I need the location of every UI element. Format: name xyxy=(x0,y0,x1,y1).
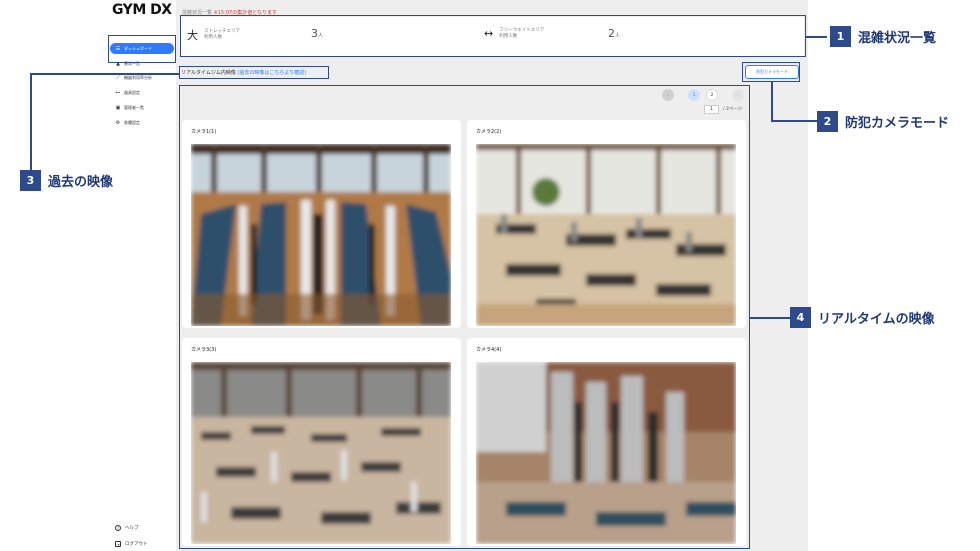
highlight-dashboard xyxy=(108,35,176,63)
annotation-label: 混雑状況一覧 xyxy=(858,31,937,46)
annotation-number: 1 xyxy=(830,26,851,47)
sidebar-item-admins[interactable]: ▣ 管理者一覧 xyxy=(110,102,174,113)
highlight-past-footage xyxy=(179,66,329,79)
id-card-icon: ▣ xyxy=(115,104,121,111)
screenshot-stage: GYM DX ☰ ダッシュボード ▲ 異常一覧 ⟋ 機器利用率分析 ⊷ 器具設定… xyxy=(0,0,980,551)
gear-icon: ⚙ xyxy=(115,119,121,126)
connector-line xyxy=(771,120,817,122)
annotation-number: 3 xyxy=(20,170,41,191)
annotation-label: 防犯カメラモード xyxy=(845,116,950,131)
annotation-label: 過去の映像 xyxy=(48,175,114,190)
annotation-label: リアルタイムの映像 xyxy=(818,312,935,327)
dumbbell-icon: ⊷ xyxy=(115,89,121,96)
annotation-2: 2 防犯カメラモード xyxy=(817,111,949,132)
connector-line xyxy=(30,73,32,170)
highlight-congestion xyxy=(180,15,806,57)
sidebar-item-label: ヘルプ xyxy=(125,526,139,531)
highlight-realtime xyxy=(179,85,750,549)
annotation-4: 4 リアルタイムの映像 xyxy=(790,307,935,328)
sidebar-item-label: 機器利用率分析 xyxy=(124,74,152,80)
sidebar-item-equipment[interactable]: ⊷ 器具設定 xyxy=(110,87,174,98)
chart-icon: ⟋ xyxy=(116,74,120,81)
connector-line xyxy=(806,36,827,38)
sidebar-item-label: 管理者一覧 xyxy=(124,104,144,110)
sidebar-item-settings[interactable]: ⚙ 各種設定 xyxy=(110,117,174,128)
sidebar-item-label: 器具設定 xyxy=(124,89,140,95)
help-icon: ? xyxy=(115,525,121,531)
annotation-number: 4 xyxy=(790,307,811,328)
gym-dx-logo: GYM DX xyxy=(112,2,172,18)
highlight-security-mode xyxy=(742,62,800,82)
annotation-3: 3 過去の映像 xyxy=(20,170,113,191)
logout-icon: ⇥ xyxy=(115,541,121,547)
sidebar-item-logout[interactable]: ⇥ ログアウト xyxy=(110,541,148,547)
connector-line xyxy=(30,73,179,75)
sidebar-item-help[interactable]: ? ヘルプ xyxy=(110,525,139,531)
connector-line xyxy=(771,82,773,121)
connector-line xyxy=(750,317,790,319)
sidebar-item-label: 各種設定 xyxy=(124,119,140,125)
sidebar-item-label: ログアウト xyxy=(125,542,148,547)
annotation-1: 1 混雑状況一覧 xyxy=(830,26,936,47)
annotation-number: 2 xyxy=(817,111,838,132)
